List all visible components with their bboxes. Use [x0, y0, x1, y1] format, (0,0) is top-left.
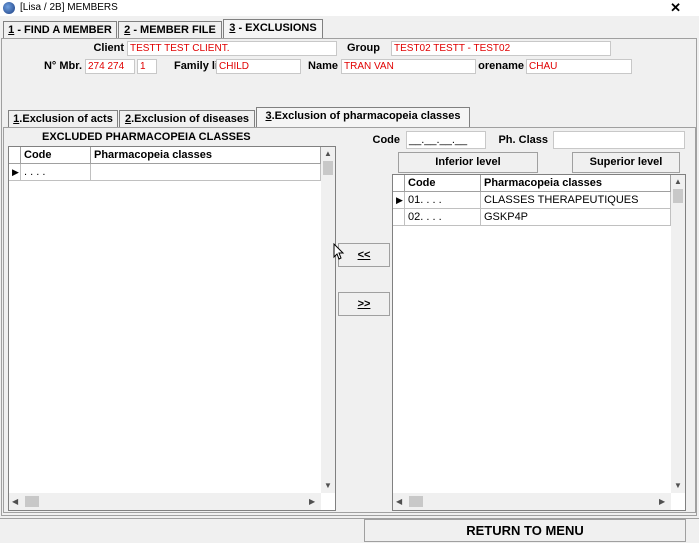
- excluded-classes-grid: Code Pharmacopeia classes ▶ . . . . ▲ ▼ …: [8, 146, 336, 511]
- ph-class-input[interactable]: [553, 131, 685, 149]
- row-indicator-header: [9, 147, 21, 164]
- scroll-thumb[interactable]: [409, 496, 423, 507]
- member-suffix-field[interactable]: 1: [137, 59, 157, 74]
- group-field[interactable]: TEST02 TESTT - TEST02: [391, 41, 611, 56]
- vertical-scrollbar[interactable]: ▲ ▼: [671, 175, 685, 493]
- return-to-menu-label: RETURN TO MENU: [466, 523, 584, 538]
- class-row-name[interactable]: GSKP4P: [481, 209, 671, 226]
- mouse-cursor-icon: [333, 243, 345, 260]
- excluded-classes-title: EXCLUDED PHARMACOPEIA CLASSES: [42, 131, 251, 143]
- title-bar: [Lisa / 2B] MEMBERS ✕: [0, 0, 699, 16]
- horizontal-scrollbar[interactable]: ◀ ▶: [393, 493, 671, 510]
- move-right-label: >>: [357, 298, 371, 310]
- scroll-thumb[interactable]: [25, 496, 39, 507]
- scroll-right-icon[interactable]: ▶: [659, 497, 665, 506]
- scroll-down-icon[interactable]: ▼: [324, 481, 332, 490]
- tab-label: - FIND A MEMBER: [14, 24, 112, 36]
- tab-label: - EXCLUSIONS: [235, 22, 317, 34]
- excluded-row-code[interactable]: . . . .: [21, 164, 91, 181]
- horizontal-scrollbar[interactable]: ◀ ▶: [9, 493, 321, 510]
- class-row-code[interactable]: 01. . . .: [405, 192, 481, 209]
- subtab-exclusion-of-pharmacopeia[interactable]: 3.Exclusion of pharmacopeia classes: [256, 107, 470, 128]
- class-row-code[interactable]: 02. . . .: [405, 209, 481, 226]
- scroll-thumb[interactable]: [323, 161, 333, 175]
- tab-find-a-member[interactable]: 1 - FIND A MEMBER: [3, 21, 117, 39]
- member-number-field[interactable]: 274 274: [85, 59, 135, 74]
- ph-class-label: Ph. Class: [498, 134, 548, 146]
- name-field[interactable]: TRAN VAN: [341, 59, 476, 74]
- family-link-label: Family li: [173, 60, 218, 72]
- move-left-button[interactable]: <<: [338, 243, 390, 267]
- scroll-left-icon[interactable]: ◀: [396, 497, 402, 506]
- tab-label: .Exclusion of diseases: [131, 113, 250, 125]
- vertical-scrollbar[interactable]: ▲ ▼: [321, 147, 335, 493]
- code-input[interactable]: __.__.__.__: [406, 131, 486, 149]
- pharmacopeia-classes-grid: Code Pharmacopeia classes ▶ 01. . . . CL…: [392, 174, 686, 511]
- subtab-exclusion-of-diseases[interactable]: 2.Exclusion of diseases: [119, 110, 255, 128]
- move-right-button[interactable]: >>: [338, 292, 390, 316]
- name-label: Name: [308, 60, 338, 72]
- scroll-down-icon[interactable]: ▼: [674, 481, 682, 490]
- scroll-up-icon[interactable]: ▲: [674, 177, 682, 186]
- subtab-exclusion-of-acts[interactable]: 1.Exclusion of acts: [8, 110, 118, 128]
- tab-label: .Exclusion of pharmacopeia classes: [271, 110, 461, 122]
- tab-label: - MEMBER FILE: [130, 24, 216, 36]
- member-number-label: N° Mbr.: [43, 60, 82, 72]
- prename-label: orename: [478, 60, 524, 72]
- column-header-pharmacopeia-classes[interactable]: Pharmacopeia classes: [481, 175, 671, 192]
- superior-level-button[interactable]: Superior level: [572, 152, 680, 173]
- scroll-thumb[interactable]: [673, 189, 683, 203]
- row-pointer-icon: ▶: [9, 164, 21, 181]
- scroll-right-icon[interactable]: ▶: [309, 497, 315, 506]
- code-label: Code: [372, 134, 401, 146]
- close-icon[interactable]: ✕: [670, 0, 681, 16]
- group-label: Group: [347, 42, 380, 54]
- return-to-menu-button[interactable]: RETURN TO MENU: [364, 519, 686, 542]
- class-row-name[interactable]: CLASSES THERAPEUTIQUES: [481, 192, 671, 209]
- scroll-left-icon[interactable]: ◀: [12, 497, 18, 506]
- column-header-code[interactable]: Code: [405, 175, 481, 192]
- tab-label: .Exclusion of acts: [19, 113, 113, 125]
- move-left-label: <<: [357, 249, 371, 261]
- window-title: [Lisa / 2B] MEMBERS: [20, 2, 118, 13]
- client-field[interactable]: TESTT TEST CLIENT.: [127, 41, 337, 56]
- column-header-pharmacopeia-classes[interactable]: Pharmacopeia classes: [91, 147, 321, 164]
- client-label: Client: [93, 42, 124, 54]
- inferior-level-button[interactable]: Inferior level: [398, 152, 538, 173]
- app-icon: [3, 2, 15, 14]
- scroll-up-icon[interactable]: ▲: [324, 149, 332, 158]
- row-indicator: [393, 209, 405, 226]
- family-link-field[interactable]: CHILD: [216, 59, 301, 74]
- prename-field[interactable]: CHAU: [526, 59, 632, 74]
- tab-member-file[interactable]: 2 - MEMBER FILE: [118, 21, 222, 39]
- row-indicator-header: [393, 175, 405, 192]
- row-pointer-icon: ▶: [393, 192, 405, 209]
- column-header-code[interactable]: Code: [21, 147, 91, 164]
- tab-exclusions[interactable]: 3 - EXCLUSIONS: [223, 19, 323, 39]
- excluded-row-name[interactable]: [91, 164, 321, 181]
